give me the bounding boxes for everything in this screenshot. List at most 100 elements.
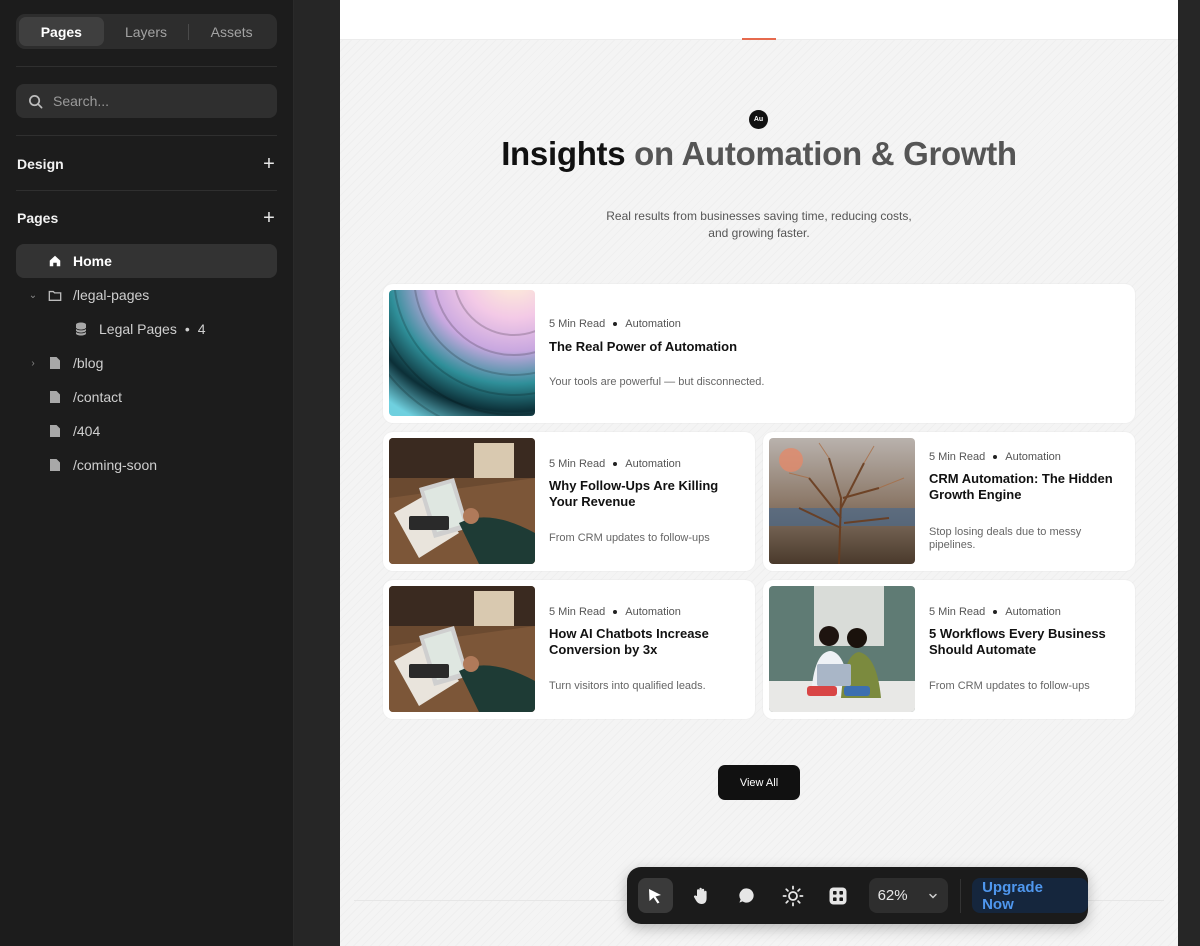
article-description: Turn visitors into qualified leads.	[549, 680, 706, 692]
cursor-tool-button[interactable]	[638, 878, 673, 913]
tab-assets[interactable]: Assets	[189, 17, 274, 46]
article-meta: 5 Min Read Automation	[929, 451, 1061, 463]
folder-icon	[47, 287, 63, 303]
previous-section	[340, 0, 1178, 40]
divider	[16, 66, 277, 67]
article-card[interactable]: 5 Min Read Automation CRM Automation: The…	[763, 432, 1135, 571]
article-card[interactable]: 5 Min Read Automation Why Follow-Ups Are …	[383, 432, 755, 571]
bottom-toolbar: 62% Upgrade Now	[627, 867, 1088, 924]
article-thumbnail	[389, 586, 535, 712]
design-canvas[interactable]: Au Insights on Automation & Growth Real …	[340, 0, 1178, 946]
add-page-plus-icon[interactable]: +	[261, 208, 277, 228]
headline-rest: on Automation & Growth	[625, 135, 1017, 172]
article-meta: 5 Min Read Automation	[549, 606, 681, 618]
article-meta: 5 Min Read Automation	[549, 458, 681, 470]
article-title[interactable]: CRM Automation: The Hidden Growth Engine	[929, 471, 1129, 503]
search-input[interactable]	[53, 93, 253, 109]
read-time: 5 Min Read	[929, 606, 986, 618]
upgrade-now-button[interactable]: Upgrade Now	[972, 878, 1088, 913]
zoom-dropdown[interactable]: 62%	[868, 878, 949, 913]
read-time: 5 Min Read	[929, 451, 986, 463]
article-card[interactable]: 5 Min Read Automation How AI Chatbots Inc…	[383, 580, 755, 719]
theme-tool-button[interactable]	[775, 878, 810, 913]
comment-icon	[739, 888, 754, 903]
chevron-down-icon[interactable]: ⌄	[26, 290, 40, 301]
article-description: From CRM updates to follow-ups	[929, 680, 1090, 692]
page-item-blog[interactable]: › /blog	[16, 346, 277, 380]
sidebar-tabs: Pages Layers Assets	[16, 14, 277, 49]
search-icon	[29, 94, 43, 108]
brand-logo: Au	[749, 110, 768, 129]
divider	[16, 190, 277, 191]
article-title[interactable]: The Real Power of Automation	[549, 339, 949, 355]
left-sidebar: Pages Layers Assets Design + Pages + Hom…	[0, 0, 294, 946]
component-tool-button[interactable]	[821, 878, 856, 913]
page-item-legal-pages[interactable]: ⌄ /legal-pages	[16, 278, 277, 312]
hand-icon	[694, 887, 707, 904]
database-icon	[73, 321, 89, 337]
page-icon	[47, 423, 63, 439]
zoom-level: 62%	[877, 887, 908, 904]
design-label: Design	[17, 156, 64, 172]
page-item-home[interactable]: Home	[16, 244, 277, 278]
hand-tool-button[interactable]	[684, 878, 719, 913]
chevron-down-icon	[929, 893, 937, 899]
article-thumbnail	[769, 586, 915, 712]
article-description: Stop losing deals due to messy pipelines…	[929, 526, 1082, 551]
article-thumbnail	[769, 438, 915, 564]
article-tag: Automation	[625, 318, 681, 330]
article-title[interactable]: How AI Chatbots Increase Conversion by 3…	[549, 626, 749, 658]
page-icon	[47, 355, 63, 371]
page-label: /contact	[73, 389, 123, 405]
article-tag: Automation	[625, 606, 681, 618]
page-label: Home	[73, 253, 112, 269]
page-label: /legal-pages	[73, 287, 150, 303]
tab-layers[interactable]: Layers	[104, 17, 189, 46]
sun-icon	[782, 885, 803, 906]
article-description: Your tools are powerful — but disconnect…	[549, 376, 765, 388]
divider	[16, 135, 277, 136]
read-time: 5 Min Read	[549, 606, 606, 618]
cursor-icon	[649, 888, 662, 903]
page-item-coming-soon[interactable]: /coming-soon	[16, 448, 277, 482]
page-label: Legal Pages	[99, 321, 177, 337]
article-card[interactable]: 5 Min Read Automation 5 Workflows Every B…	[763, 580, 1135, 719]
page-icon	[47, 389, 63, 405]
article-meta: 5 Min Read Automation	[929, 606, 1061, 618]
accent-line	[742, 38, 776, 40]
pages-section-header: Pages +	[17, 208, 277, 228]
read-time: 5 Min Read	[549, 458, 606, 470]
article-tag: Automation	[1005, 451, 1061, 463]
article-description: From CRM updates to follow-ups	[549, 532, 710, 544]
section-headline: Insights on Automation & Growth	[500, 135, 1018, 172]
article-title[interactable]: 5 Workflows Every Business Should Automa…	[929, 626, 1129, 658]
article-title[interactable]: Why Follow-Ups Are Killing Your Revenue	[549, 478, 749, 510]
page-icon	[47, 457, 63, 473]
view-all-button[interactable]: View All	[718, 765, 800, 800]
page-item-404[interactable]: /404	[16, 414, 277, 448]
page-item-contact[interactable]: /contact	[16, 380, 277, 414]
comment-tool-button[interactable]	[729, 878, 764, 913]
article-meta: 5 Min Read Automation	[549, 318, 681, 330]
pages-label: Pages	[17, 210, 59, 226]
collection-count: 4	[197, 321, 206, 337]
read-time: 5 Min Read	[549, 318, 606, 330]
search-box[interactable]	[16, 84, 277, 118]
article-thumbnail	[389, 290, 535, 416]
page-label: /blog	[73, 355, 104, 371]
add-design-plus-icon[interactable]: +	[261, 154, 277, 174]
article-card[interactable]: 5 Min Read Automation The Real Power of A…	[383, 284, 1135, 423]
design-section-header: Design +	[17, 154, 277, 174]
collection-item-legal-pages[interactable]: Legal Pages • 4	[16, 312, 277, 346]
page-label: /coming-soon	[73, 457, 158, 473]
chevron-right-icon[interactable]: ›	[26, 358, 40, 369]
toolbar-divider	[960, 878, 962, 913]
article-tag: Automation	[1005, 606, 1061, 618]
page-label: /404	[73, 423, 101, 439]
home-icon	[47, 253, 63, 269]
section-subheading: Real results from businesses saving time…	[606, 209, 912, 240]
headline-emphasis: Insights	[501, 135, 626, 172]
article-thumbnail	[389, 438, 535, 564]
component-icon	[829, 887, 847, 904]
tab-pages[interactable]: Pages	[19, 17, 104, 46]
